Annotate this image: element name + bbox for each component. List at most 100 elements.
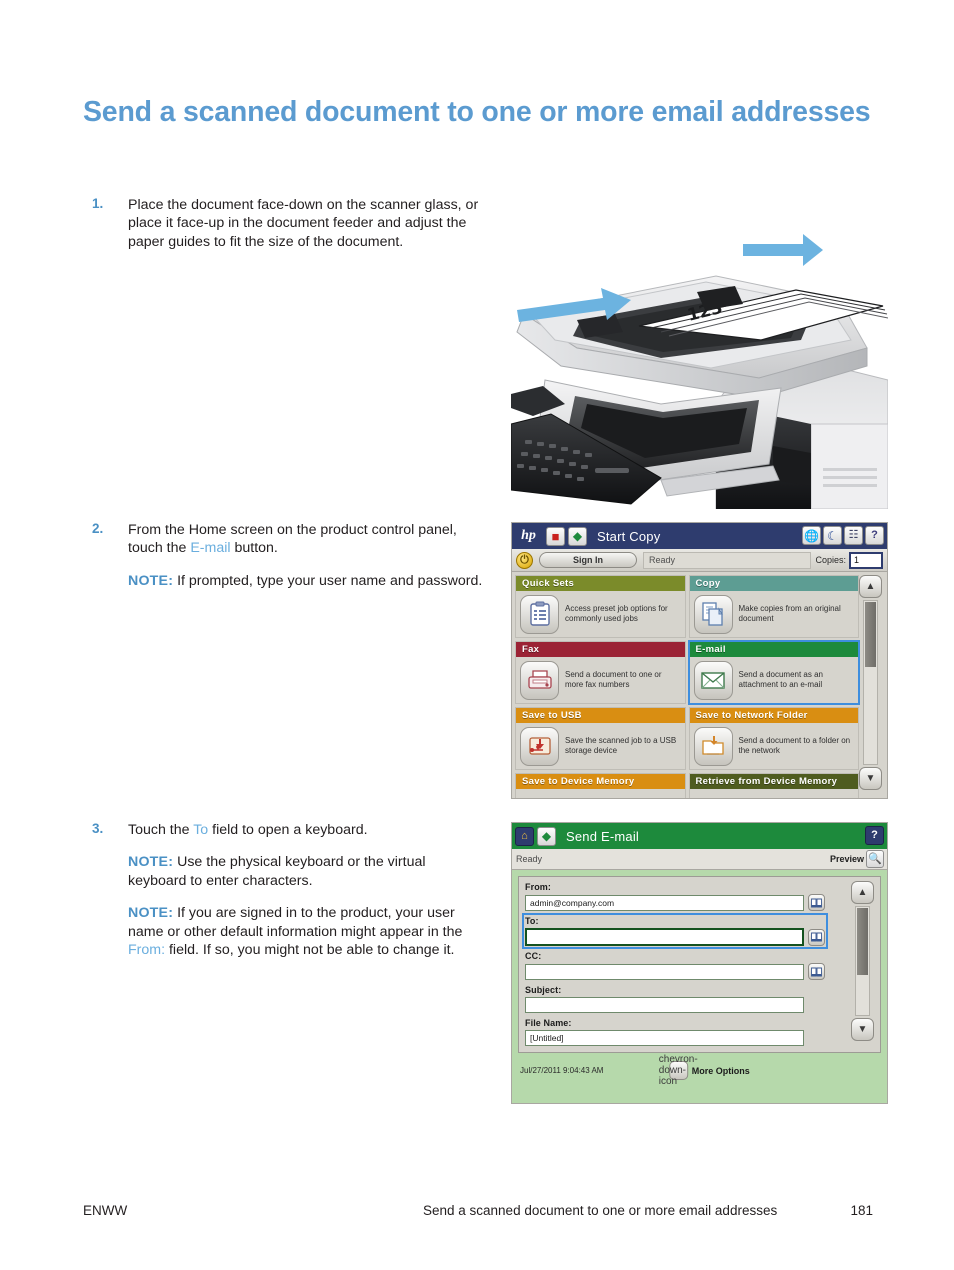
field-file-name[interactable]: File Name: [Untitled] — [525, 1018, 825, 1046]
send-email-screen[interactable]: ⌂ ◆ Send E-mail ? Ready Preview 🔍 From: — [511, 822, 888, 1104]
step-1-body: Place the document face-down on the scan… — [128, 197, 479, 250]
home-tile-area: Quick Sets Access preset job options for… — [512, 572, 887, 798]
to-input[interactable] — [525, 928, 804, 946]
network-folder-icon — [693, 726, 733, 766]
scroll-down-button[interactable]: ▼ — [851, 1018, 874, 1041]
cc-input[interactable] — [525, 963, 804, 980]
home-tile-grid: Quick Sets Access preset job options for… — [515, 575, 860, 798]
note-text: Use the physical keyboard or the virtual… — [128, 854, 426, 889]
address-book-icon[interactable] — [808, 963, 825, 980]
address-book-icon[interactable] — [808, 928, 825, 946]
field-to[interactable]: To: — [522, 913, 828, 949]
home-scrollbar[interactable]: ▲ ▼ — [857, 575, 884, 790]
step-3-body-after: field to open a keyboard. — [208, 822, 368, 838]
start-copy-button[interactable]: ◆ — [568, 526, 587, 546]
start-send-icon[interactable]: ◆ — [537, 826, 556, 846]
tile-save-to-usb[interactable]: Save to USB Save the scanned job to a US… — [515, 707, 686, 770]
field-label: From: — [525, 882, 551, 892]
scroll-down-button[interactable]: ▼ — [859, 767, 882, 790]
envelope-icon — [693, 660, 733, 700]
step-2-body-before: From the Home screen on the product cont… — [128, 522, 457, 557]
field-label: Subject: — [525, 985, 562, 995]
multifunction-printer-illustration: 123 — [511, 228, 888, 509]
step-2-note-1: NOTE: If prompted, type your user name a… — [128, 572, 483, 590]
scroll-thumb[interactable] — [865, 602, 876, 668]
hp-logo: hp — [515, 526, 542, 546]
step-3-body-before: Touch the — [128, 822, 194, 838]
address-book-icon[interactable] — [808, 894, 825, 911]
tile-description: Send a document to one or more fax numbe… — [565, 670, 662, 689]
tile-fax[interactable]: Fax Send a document to one or more fax n… — [515, 641, 686, 704]
power-button[interactable]: ⏻ — [516, 551, 533, 569]
tile-quick-sets[interactable]: Quick Sets Access preset job options for… — [515, 575, 686, 638]
step-3-number: 3. — [92, 821, 104, 836]
scroll-up-button[interactable]: ▲ — [851, 881, 874, 904]
subject-input[interactable] — [525, 997, 804, 1013]
field-cc[interactable]: CC: — [525, 951, 825, 980]
from-input[interactable]: admin@company.com — [525, 894, 804, 911]
step-2-accent-email: E-mail — [190, 540, 231, 557]
field-label: File Name: — [525, 1018, 572, 1028]
email-title-bar: ⌂ ◆ Send E-mail ? — [512, 823, 887, 849]
scroll-thumb[interactable] — [857, 908, 868, 975]
footer-page-number: 181 — [850, 1203, 873, 1218]
scroll-track[interactable] — [855, 906, 870, 1016]
home-top-right-icons: 🌐 ☾ ☷ ? — [802, 526, 884, 545]
field-subject[interactable]: Subject: — [525, 985, 825, 1013]
tile-description: Save the scanned job to a USB storage de… — [565, 736, 677, 755]
tile-title: Fax — [516, 642, 685, 657]
note-text-2: field. If so, you might not be able to c… — [165, 942, 455, 959]
email-scrollbar[interactable]: ▲ ▼ — [849, 881, 876, 1041]
home-title-bar: hp ■ ◆ Start Copy 🌐 ☾ ☷ ? — [512, 523, 887, 549]
tile-email[interactable]: E-mail Send a document as an attachment … — [687, 640, 860, 705]
more-options-button[interactable]: chevron-down-icon More Options — [659, 1054, 750, 1087]
help-icon[interactable]: ? — [865, 826, 884, 845]
tile-save-to-network-folder[interactable]: Save to Network Folder Send a document t… — [688, 707, 859, 770]
step-3-note-2: NOTE: If you are signed in to the produc… — [128, 904, 483, 959]
more-options-label: More Options — [691, 1065, 750, 1076]
step-2-body-after: button. — [230, 540, 278, 557]
field-label: CC: — [525, 951, 542, 961]
tile-retrieve-from-device-memory[interactable]: Retrieve from Device Memory — [688, 773, 859, 798]
sleep-moon-icon[interactable]: ☾ — [823, 526, 842, 545]
page-footer: ENWW Send a scanned document to one or m… — [83, 1203, 873, 1218]
tile-save-to-device-memory[interactable]: Save to Device Memory — [515, 773, 686, 798]
tile-copy[interactable]: Copy Make copies from an original docume… — [688, 575, 859, 638]
step-1-number: 1. — [92, 196, 104, 211]
magnifier-icon[interactable]: 🔍 — [866, 850, 884, 868]
footer-locale: ENWW — [83, 1203, 128, 1218]
tile-title: Quick Sets — [516, 576, 685, 591]
preview-control[interactable]: Preview 🔍 — [830, 850, 884, 868]
timestamp: Jul/27/2011 9:04:43 AM — [520, 1066, 604, 1075]
file-name-input[interactable]: [Untitled] — [525, 1030, 804, 1046]
tile-title: Copy — [689, 576, 858, 591]
copies-control[interactable]: Copies: 1 — [815, 551, 883, 569]
preview-label: Preview — [829, 854, 864, 864]
tile-description: Send a document as an attachment to an e… — [738, 670, 824, 689]
product-control-panel-home-screen[interactable]: hp ■ ◆ Start Copy 🌐 ☾ ☷ ? ⏻ Sign In Read… — [511, 522, 888, 799]
fax-machine-icon — [520, 660, 559, 700]
step-3: 3. Touch the To field to open a keyboard… — [83, 821, 483, 959]
email-form-area: From: admin@company.com To: CC: Subject:… — [512, 870, 887, 1089]
chevron-down-icon[interactable]: chevron-down-icon — [659, 1054, 698, 1087]
note-label: NOTE: — [128, 905, 174, 922]
copies-label: Copies: — [815, 555, 846, 565]
clipboard-list-icon — [520, 594, 559, 634]
language-globe-icon[interactable]: 🌐 — [802, 526, 821, 545]
scroll-track[interactable] — [863, 600, 878, 765]
step-3-note-1: NOTE: Use the physical keyboard or the v… — [128, 853, 483, 890]
start-icon: ◆ — [572, 529, 583, 543]
stop-button[interactable]: ■ — [546, 526, 565, 546]
step-1-text: Place the document face-down on the scan… — [128, 196, 483, 251]
tile-title: Save to USB — [516, 708, 685, 723]
scroll-up-button[interactable]: ▲ — [859, 575, 882, 598]
network-icon[interactable]: ☷ — [844, 526, 863, 545]
status-text: Ready — [516, 854, 543, 864]
copies-input[interactable]: 1 — [849, 551, 883, 569]
field-from[interactable]: From: admin@company.com — [525, 882, 825, 911]
sign-in-button[interactable]: Sign In — [539, 552, 637, 568]
help-icon[interactable]: ? — [865, 526, 884, 545]
tile-title: Retrieve from Device Memory — [689, 774, 858, 789]
tile-description: Make copies from an original document — [738, 604, 841, 623]
home-icon[interactable]: ⌂ — [515, 826, 534, 846]
